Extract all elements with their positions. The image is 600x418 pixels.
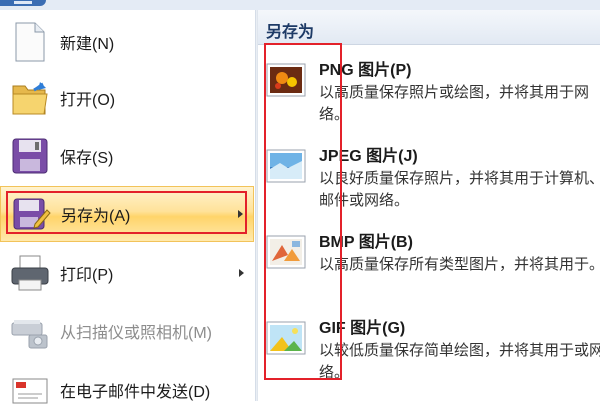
menu-item-send-email[interactable]: 在电子邮件中发送(D) [0,362,254,418]
save-as-icon [9,192,53,236]
save-as-submenu-panel: 另存为 PNG 图片(P) 以高质量保存照片或绘图，并将其用于网络。 JPEG … [258,10,600,401]
ribbon-top-bar [0,0,600,10]
option-title: JPEG 图片(J) [319,148,418,165]
menu-item-label: 打印(P) [60,267,114,284]
application-menu-left-pane: 新建(N) 打开(O) 保存(S) 另存为(A) 打印(P) 从扫描仪或照相机(… [0,10,257,404]
option-description: 以良好质量保存照片，并将其用于计算机、邮件或网络。 [319,170,600,209]
jpeg-image-icon [266,149,306,183]
option-description: 以高质量保存所有类型图片，并将其用于。 [319,256,600,273]
submenu-header: 另存为 [258,10,600,45]
menu-item-print[interactable]: 打印(P) [0,245,254,301]
menu-item-label: 在电子邮件中发送(D) [60,384,211,401]
menu-item-save[interactable]: 保存(S) [0,128,254,184]
gif-image-icon [266,321,306,355]
option-png[interactable]: PNG 图片(P) 以高质量保存照片或绘图，并将其用于网络。 [258,54,600,140]
menu-item-from-scanner-or-camera[interactable]: 从扫描仪或照相机(M) [0,303,254,359]
menu-item-new[interactable]: 新建(N) [0,14,254,70]
menu-item-label: 打开(O) [60,92,116,109]
option-title: GIF 图片(G) [319,320,406,337]
option-title: PNG 图片(P) [319,62,412,79]
menu-item-label: 新建(N) [60,36,115,53]
menu-item-open[interactable]: 打开(O) [0,70,254,126]
option-description: 以较低质量保存简单绘图，并将其用于或网络。 [319,342,600,381]
option-bmp[interactable]: BMP 图片(B) 以高质量保存所有类型图片，并将其用于。 [258,226,600,312]
option-description: 以高质量保存照片或绘图，并将其用于网络。 [319,84,590,123]
printer-icon [8,251,52,295]
open-folder-icon [8,76,52,120]
submenu-arrow-icon [238,210,243,218]
png-image-icon [266,63,306,97]
menu-item-label: 另存为(A) [61,208,131,225]
application-menu-button[interactable] [0,0,46,6]
menu-item-label: 保存(S) [60,150,114,167]
menu-item-label: 从扫描仪或照相机(M) [60,325,212,342]
save-floppy-icon [8,134,52,178]
submenu-arrow-icon [239,269,244,277]
submenu-title: 另存为 [266,24,315,41]
option-gif[interactable]: GIF 图片(G) 以较低质量保存简单绘图，并将其用于或网络。 [258,312,600,398]
scanner-camera-icon [8,309,52,353]
new-document-icon [8,20,52,64]
menu-item-save-as[interactable]: 另存为(A) [0,186,254,242]
bmp-image-icon [266,235,306,269]
option-jpeg[interactable]: JPEG 图片(J) 以良好质量保存照片，并将其用于计算机、邮件或网络。 [258,140,600,226]
option-title: BMP 图片(B) [319,234,413,251]
email-icon [8,368,52,412]
